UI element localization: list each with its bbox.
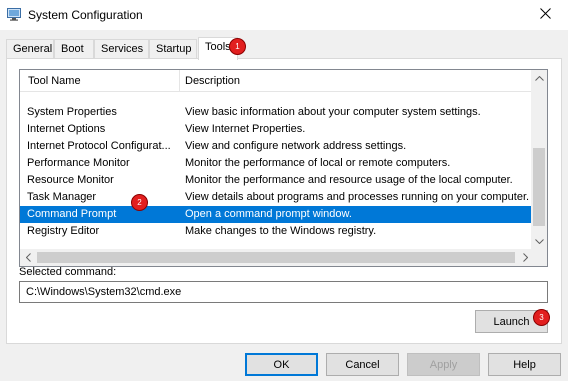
tools-list[interactable]: Tool Name Description System Properties … (19, 69, 548, 267)
list-item-selected[interactable]: Command Prompt Open a command prompt win… (20, 206, 533, 223)
column-header-description[interactable]: Description (180, 70, 533, 92)
tools-tab-panel: Tool Name Description System Properties … (6, 58, 562, 344)
vertical-scrollbar[interactable] (531, 70, 547, 250)
system-configuration-icon (7, 8, 21, 21)
list-item[interactable]: Task Manager View details about programs… (20, 189, 533, 206)
cancel-button[interactable]: Cancel (326, 353, 399, 376)
tab-startup[interactable]: Startup (149, 39, 197, 59)
tab-services[interactable]: Services (94, 39, 149, 59)
tool-description: View and configure network address setti… (185, 140, 407, 152)
tool-name: Performance Monitor (27, 157, 130, 169)
ok-button[interactable]: OK (245, 353, 318, 376)
tool-name: Internet Options (27, 123, 106, 135)
list-item[interactable]: Registry Editor Make changes to the Wind… (20, 223, 533, 240)
tool-name: Resource Monitor (27, 174, 114, 186)
help-button[interactable]: Help (488, 353, 561, 376)
tool-name: Internet Protocol Configurat... (27, 140, 171, 152)
step-badge-1: 1 (229, 38, 246, 55)
horizontal-scrollbar[interactable] (20, 249, 533, 266)
column-header-tool-name[interactable]: Tool Name (20, 70, 180, 92)
tool-name: Task Manager (27, 191, 97, 203)
window-title: System Configuration (28, 8, 143, 22)
selected-command-label: Selected command: (19, 266, 117, 278)
tool-name: System Properties (27, 106, 117, 118)
tool-description: View Internet Properties. (185, 123, 306, 135)
tab-boot[interactable]: Boot (54, 39, 94, 59)
selected-command-field[interactable]: C:\Windows\System32\cmd.exe (19, 281, 548, 303)
list-header: Tool Name Description (20, 70, 533, 92)
tool-description: View basic information about your comput… (185, 106, 481, 118)
list-item[interactable]: Internet Protocol Configurat... View and… (20, 138, 533, 155)
scroll-left-icon[interactable] (20, 249, 36, 266)
list-item[interactable]: Resource Monitor Monitor the performance… (20, 172, 533, 189)
tool-description: Monitor the performance and resource usa… (185, 174, 513, 186)
vertical-scroll-thumb[interactable] (533, 148, 545, 226)
tool-description: Open a command prompt window. (185, 208, 352, 220)
tool-name: Registry Editor (27, 225, 100, 237)
tool-description: Monitor the performance of local or remo… (185, 157, 451, 169)
list-item[interactable]: Internet Options View Internet Propertie… (20, 121, 533, 138)
system-configuration-window: System Configuration General Boot Servic… (0, 0, 568, 381)
title-bar: System Configuration (0, 0, 568, 30)
close-icon (539, 8, 551, 22)
step-badge-3: 3 (533, 309, 550, 326)
scrollbar-corner (531, 249, 547, 266)
list-item[interactable]: System Properties View basic information… (20, 104, 533, 121)
tab-general[interactable]: General (6, 39, 54, 59)
scroll-down-icon[interactable] (531, 233, 547, 250)
tool-name: Command Prompt (27, 208, 117, 220)
tool-description: View details about programs and processe… (185, 191, 530, 203)
step-badge-2: 2 (131, 194, 148, 211)
tool-description: Make changes to the Windows registry. (185, 225, 377, 237)
horizontal-scroll-thumb[interactable] (37, 252, 515, 263)
close-button[interactable] (522, 0, 568, 30)
apply-button[interactable]: Apply (407, 353, 480, 376)
scroll-up-icon[interactable] (531, 70, 547, 87)
list-item[interactable]: Performance Monitor Monitor the performa… (20, 155, 533, 172)
